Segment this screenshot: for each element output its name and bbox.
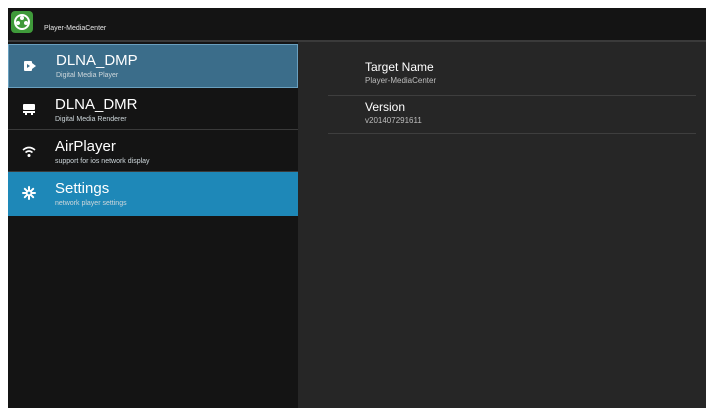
sidebar-item-settings[interactable]: Settings network player settings (8, 172, 298, 216)
media-center-app-icon (11, 11, 33, 33)
detail-label: Target Name (365, 60, 434, 74)
sidebar-item-label: DLNA_DMP (56, 52, 138, 69)
sidebar-item-label: DLNA_DMR (55, 96, 138, 113)
sidebar-item-subtitle: network player settings (55, 200, 127, 207)
sidebar-item-label: Settings (55, 180, 110, 197)
detail-row-version[interactable]: Version v201407291611 (328, 96, 696, 134)
sidebar-item-airplayer[interactable]: AirPlayer support for ios network displa… (8, 130, 298, 172)
detail-value: Player-MediaCenter (365, 76, 437, 85)
sidebar-item-subtitle: support for ios network display (55, 158, 150, 165)
detail-row-target-name[interactable]: Target Name Player-MediaCenter (328, 52, 696, 96)
sidebar-item-subtitle: Digital Media Renderer (55, 116, 127, 123)
sidebar-item-subtitle: Digital Media Player (56, 72, 119, 79)
details-panel: Target Name Player-MediaCenter Version v… (298, 42, 706, 408)
app-screen: Player-MediaCenter DLNA_DMP Digital Medi… (8, 8, 706, 408)
title-bar: Player-MediaCenter (8, 8, 706, 42)
detail-label: Version (365, 100, 406, 114)
wifi-icon (22, 144, 36, 158)
detail-value: v201407291611 (365, 116, 422, 125)
dmp-icon (23, 59, 37, 73)
sidebar-menu: DLNA_DMP Digital Media Player DLNA_DMR D… (8, 42, 298, 408)
sidebar-item-dlna-dmr[interactable]: DLNA_DMR Digital Media Renderer (8, 88, 298, 130)
sidebar-item-dlna-dmp[interactable]: DLNA_DMP Digital Media Player (8, 44, 298, 88)
sidebar-item-label: AirPlayer (55, 138, 116, 155)
gear-icon (22, 186, 36, 200)
dmr-icon (22, 102, 36, 116)
app-title: Player-MediaCenter (44, 25, 107, 32)
